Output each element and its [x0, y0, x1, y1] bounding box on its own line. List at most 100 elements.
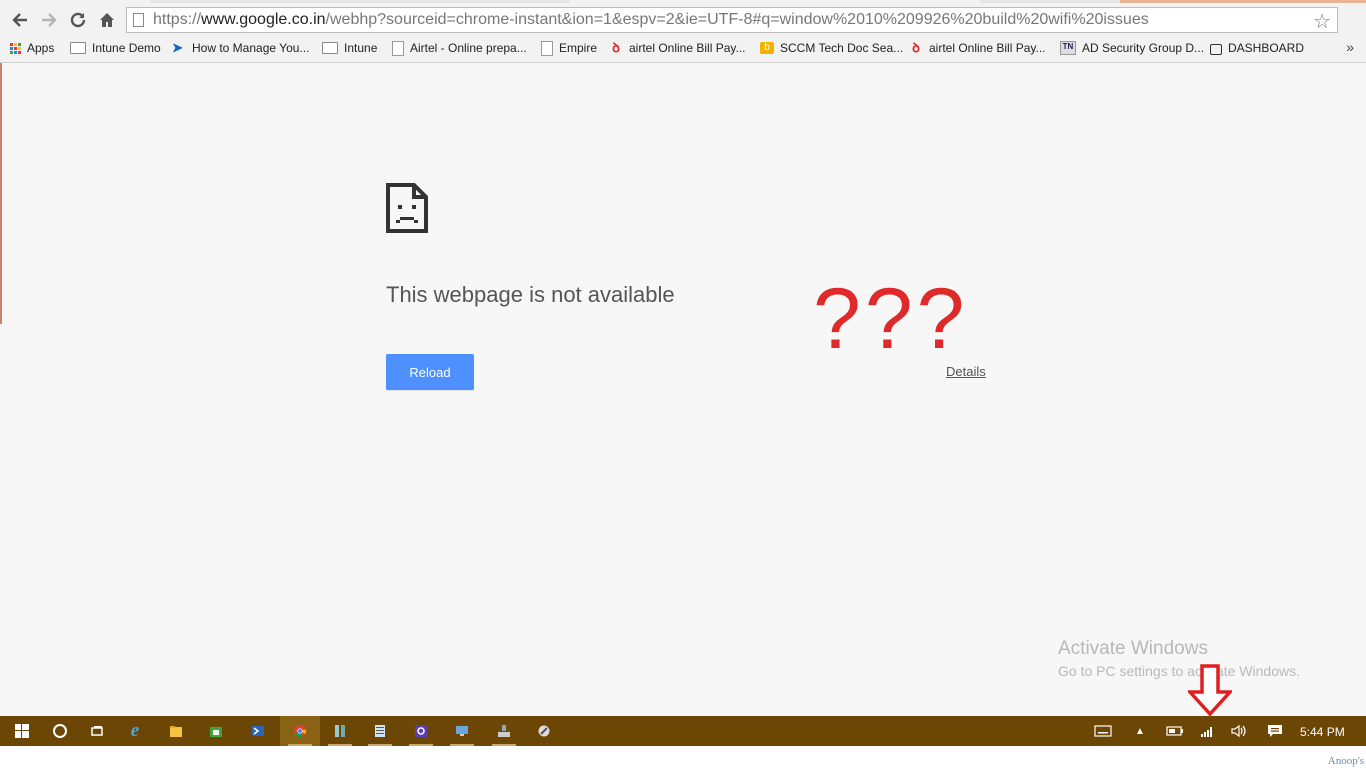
bookmark-intune[interactable]: Intune [322, 39, 377, 57]
bookmarks-bar: Apps Intune Demo ➤ How to Manage You... … [0, 37, 1366, 59]
link-arrow-icon: ➤ [172, 40, 183, 55]
task-view-button[interactable] [77, 716, 117, 746]
bookmark-label: airtel Online Bill Pay... [929, 41, 1046, 55]
refresh-icon [70, 12, 86, 28]
task-view-icon [91, 726, 103, 736]
taskbar: e ▲ 5:44 PM [0, 716, 1366, 746]
tab-strip-edge [150, 0, 570, 3]
taskbar-clock[interactable]: 5:44 PM [1300, 725, 1345, 739]
tn-icon: TN [1060, 41, 1076, 55]
browser-window: https://www.google.co.in/webhp?sourceid=… [0, 0, 1366, 716]
credit-text: Anoop's [1327, 755, 1364, 767]
folder-icon [70, 42, 86, 54]
battery-tray-button[interactable] [1164, 716, 1186, 746]
taskbar-app-settings[interactable] [401, 716, 441, 746]
bookmark-sccm-tech-doc[interactable]: b SCCM Tech Doc Sea... [760, 39, 903, 57]
bookmark-label: airtel Online Bill Pay... [629, 41, 746, 55]
url-text[interactable]: https://www.google.co.in/webhp?sourceid=… [153, 11, 1149, 29]
forward-button[interactable] [38, 9, 60, 31]
bookmark-ad-security[interactable]: TN AD Security Group D... [1060, 39, 1204, 57]
folder-icon [322, 42, 338, 54]
address-bar[interactable]: https://www.google.co.in/webhp?sourceid=… [126, 7, 1338, 33]
taskbar-app-servers[interactable] [320, 716, 360, 746]
home-icon [100, 13, 114, 27]
page-icon [133, 13, 144, 27]
back-button[interactable] [9, 9, 31, 31]
bookmark-apps[interactable]: Apps [10, 39, 54, 57]
tools-app-icon [538, 725, 550, 737]
red-arrow-annotation-icon [1188, 664, 1232, 716]
page-icon [392, 40, 404, 56]
bookmark-airtel-bill-1[interactable]: ꝺ airtel Online Bill Pay... [609, 39, 746, 57]
reload-button[interactable]: Reload [386, 354, 474, 390]
activate-windows-watermark: Activate Windows Go to PC settings to ac… [1058, 638, 1300, 679]
show-hidden-icons-button[interactable]: ▲ [1130, 716, 1150, 746]
sad-page-icon [386, 183, 428, 233]
bookmark-label: DASHBOARD [1228, 41, 1305, 55]
taskbar-internet-explorer[interactable]: e [115, 716, 155, 746]
tab-strip-edge [980, 0, 1120, 3]
back-arrow-icon [12, 13, 27, 27]
bookmark-label: Intune [344, 41, 378, 55]
bookmark-label: Airtel - Online prepa... [410, 41, 527, 55]
bookmark-intune-demo[interactable]: Intune Demo [70, 39, 161, 57]
store-icon [210, 727, 222, 737]
bookmark-dashboard[interactable]: DASHBOARD [1210, 39, 1304, 57]
running-indicator [492, 744, 516, 746]
bookmark-airtel-prepaid[interactable]: Airtel - Online prepa... [392, 39, 527, 57]
taskbar-chrome[interactable] [280, 716, 320, 746]
taskbar-app-tools[interactable] [524, 716, 564, 746]
url-host: www.google.co.in [201, 11, 326, 28]
page-icon [541, 40, 553, 56]
internet-explorer-icon: e [130, 720, 140, 741]
network-signal-icon [1201, 727, 1212, 737]
bookmark-label: AD Security Group D... [1082, 41, 1205, 55]
server-manager-icon [335, 725, 345, 737]
taskbar-powershell[interactable] [238, 716, 278, 746]
bookmark-empire[interactable]: Empire [541, 39, 597, 57]
remote-desktop-icon [456, 726, 468, 736]
keyboard-tray-button[interactable] [1090, 716, 1116, 746]
chrome-icon [294, 725, 307, 738]
powershell-icon [252, 726, 264, 736]
taskbar-app-network[interactable] [484, 716, 524, 746]
running-indicator [409, 744, 433, 746]
bookmark-label: SCCM Tech Doc Sea... [780, 41, 904, 55]
taskbar-store[interactable] [196, 716, 236, 746]
bookmark-label: Apps [27, 41, 55, 55]
refresh-button[interactable] [67, 9, 89, 31]
bookmark-star-icon[interactable]: ☆ [1313, 9, 1331, 34]
chevron-up-icon: ▲ [1135, 725, 1145, 737]
bookmark-airtel-bill-2[interactable]: ꝺ airtel Online Bill Pay... [909, 39, 1046, 57]
notepad-icon [375, 725, 385, 737]
taskbar-file-explorer[interactable] [156, 716, 196, 746]
network-tray-button[interactable] [1196, 716, 1218, 746]
start-button[interactable] [2, 716, 42, 746]
network-app-icon [498, 725, 510, 737]
bookmark-label: How to Manage You... [192, 41, 310, 55]
speaker-icon [1231, 724, 1246, 738]
bookmarks-more-button[interactable]: » [1346, 39, 1354, 55]
file-explorer-icon [170, 726, 182, 737]
search-cortana-button[interactable] [40, 716, 80, 746]
taskbar-app-remote-desktop[interactable] [442, 716, 482, 746]
browser-toolbar: https://www.google.co.in/webhp?sourceid=… [0, 0, 1366, 63]
taskbar-app-notepad[interactable] [360, 716, 400, 746]
active-indicator [288, 744, 312, 746]
gear-app-icon [415, 725, 427, 737]
home-button[interactable] [96, 9, 118, 31]
url-prefix: https:// [153, 11, 202, 28]
cortana-circle-icon [53, 724, 67, 738]
bookmark-label: Empire [559, 41, 598, 55]
notification-icon [1268, 725, 1282, 737]
question-marks-annotation: ??? [813, 271, 969, 367]
airtel-icon: ꝺ [612, 40, 620, 55]
volume-tray-button[interactable] [1228, 716, 1250, 746]
tab-strip-edge [1120, 0, 1366, 3]
url-path: /webhp?sourceid=chrome-instant&ion=1&esp… [325, 11, 1149, 28]
action-center-button[interactable] [1264, 716, 1286, 746]
error-title: This webpage is not available [386, 282, 675, 307]
watermark-title: Activate Windows [1058, 638, 1208, 659]
apps-grid-icon [10, 42, 21, 54]
bookmark-how-to-manage[interactable]: ➤ How to Manage You... [172, 39, 309, 57]
